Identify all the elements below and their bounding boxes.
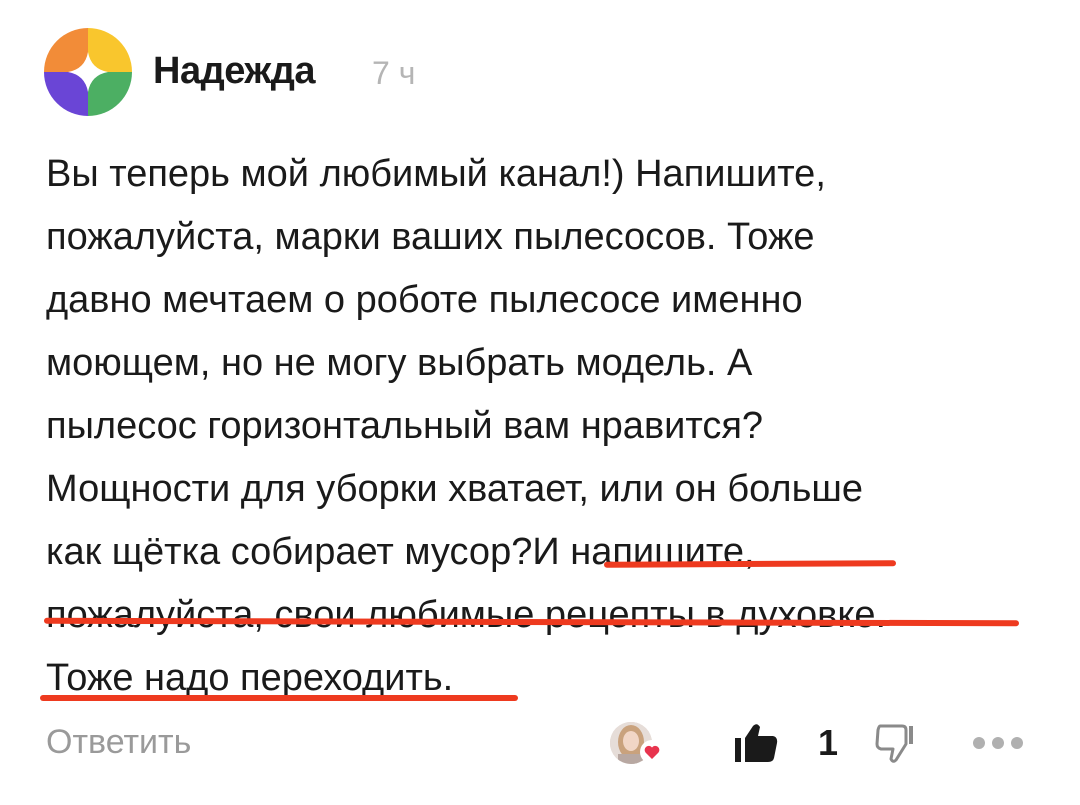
- highlight-underline: [40, 695, 518, 701]
- more-dots-icon[interactable]: [972, 736, 1024, 750]
- reply-button[interactable]: Ответить: [46, 723, 191, 762]
- comment-timestamp: 7 ч: [372, 55, 416, 91]
- thumbs-down-icon[interactable]: [874, 722, 916, 764]
- comment-line: Вы теперь мой любимый канал!) Напишите,: [46, 153, 826, 195]
- like-count: 1: [818, 722, 839, 763]
- comment-card: Надежда 7 ч Вы теперь мой любимый канал!…: [0, 0, 1080, 805]
- comment-line: пылесос горизонтальный вам нравится?: [46, 405, 764, 447]
- author-avatar[interactable]: [44, 28, 132, 116]
- comment-line: как щётка собирает мусор?И напишите,: [46, 531, 755, 573]
- comment-line: моющем, но не могу выбрать модель. А: [46, 342, 753, 384]
- author-name[interactable]: Надежда: [153, 50, 316, 93]
- multicolor-pinwheel-logo-icon: [44, 28, 132, 116]
- comment-line: Мощности для уборки хватает, или он боль…: [46, 468, 863, 510]
- thumbs-up-icon[interactable]: [733, 722, 779, 764]
- comment-line: пожалуйста, марки ваших пылесосов. Тоже: [46, 216, 815, 258]
- heart-icon: [640, 740, 664, 764]
- comment-line: давно мечтаем о роботе пылесосе именно: [46, 279, 803, 321]
- comment-line: пожалуйста, свои любимые рецепты в духов…: [46, 594, 887, 636]
